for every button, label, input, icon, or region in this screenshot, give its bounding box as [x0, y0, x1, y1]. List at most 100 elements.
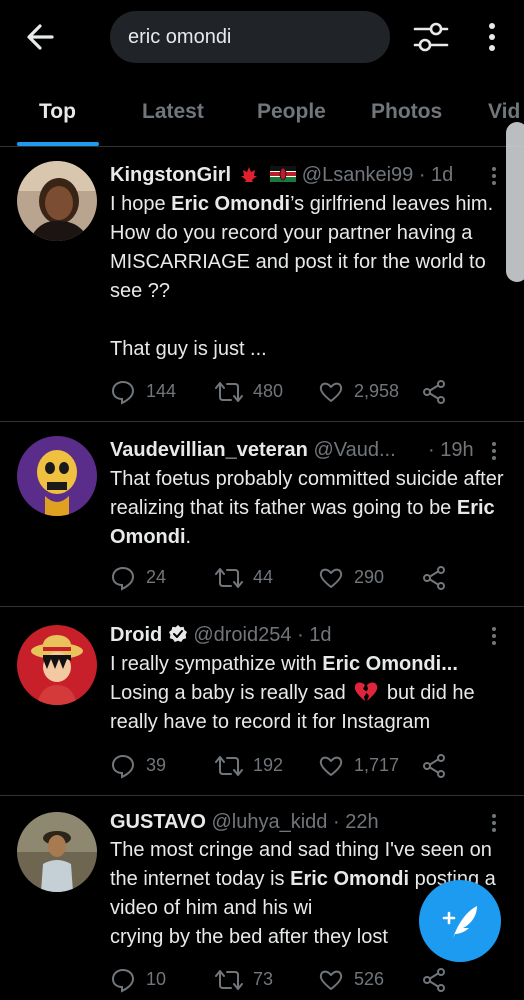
tweet-text: I really sympathize with Eric Omondi... …	[110, 650, 510, 737]
share-button[interactable]	[422, 750, 456, 780]
tweet-actions: 10 73 526	[110, 964, 470, 994]
reply-button[interactable]: 10	[110, 964, 166, 994]
tweet-header: Droid @droid254 · 1d	[110, 621, 490, 649]
retweet-button[interactable]: 73	[215, 964, 273, 994]
avatar[interactable]	[17, 161, 97, 241]
share-icon	[423, 380, 445, 405]
tweet-text-segment: Losing a baby is really sad	[110, 682, 346, 704]
share-button[interactable]	[422, 562, 456, 592]
more-options-button[interactable]	[480, 20, 504, 54]
retweet-count: 192	[253, 755, 284, 775]
author-name[interactable]: GUSTAVO	[110, 811, 206, 833]
compose-tweet-button[interactable]	[419, 880, 501, 962]
like-count: 2,958	[354, 381, 400, 401]
tweet-header: KingstonGirl @Lsankei99 · 1d	[110, 161, 490, 189]
tweet-text-continued: That guy is just ...	[110, 338, 267, 360]
retweet-count: 44	[253, 567, 274, 587]
like-button[interactable]: 290	[318, 562, 384, 592]
canada-flag-icon	[240, 167, 257, 182]
feather-plus-icon	[442, 906, 477, 938]
tab-latest[interactable]: Latest	[142, 86, 204, 146]
tweet-text-segment: crying by the bed after they lost	[110, 926, 388, 948]
avatar[interactable]	[17, 625, 97, 705]
avatar[interactable]	[17, 812, 97, 892]
retweet-count: 73	[253, 969, 274, 989]
tweet-actions: 144 480 2,958	[110, 376, 470, 406]
retweet-button[interactable]: 44	[215, 562, 273, 592]
tweet-header: GUSTAVO @luhya_kidd · 22h	[110, 808, 490, 836]
tweet-more-button[interactable]	[488, 165, 500, 189]
author-handle[interactable]: @Vaud...	[313, 439, 395, 461]
reply-icon	[111, 381, 135, 405]
search-match: Eric Omondi	[290, 868, 410, 890]
tweet-actions: 39 192 1,717	[110, 750, 470, 780]
reply-button[interactable]: 144	[110, 376, 176, 406]
retweet-icon	[215, 382, 243, 403]
author-handle[interactable]: @luhya_kidd	[212, 811, 328, 833]
reply-icon	[111, 567, 135, 591]
search-match: Eric Omondi...	[322, 653, 458, 675]
tweet-actions: 24 44 290	[110, 562, 470, 592]
author-name[interactable]: Droid	[110, 624, 162, 646]
like-button[interactable]: 2,958	[318, 376, 399, 406]
verified-badge-icon	[168, 625, 187, 642]
back-button[interactable]	[22, 20, 62, 54]
share-button[interactable]	[422, 964, 456, 994]
search-match: Eric Omondi	[171, 193, 291, 215]
tweet-time: · 22h	[333, 811, 379, 833]
share-icon	[423, 968, 445, 993]
retweet-icon	[215, 970, 243, 991]
heart-icon	[319, 970, 343, 991]
tweet-time: · 1d	[418, 164, 454, 186]
active-tab-indicator	[17, 142, 99, 146]
tweet-more-button[interactable]	[488, 440, 500, 464]
tweet[interactable]: Droid @droid254 · 1d I really sympathize…	[0, 607, 524, 796]
reply-count: 39	[146, 755, 167, 775]
author-name[interactable]: Vaudevillian_veteran	[110, 439, 308, 461]
tweet-text: I hope Eric Omondi’s girlfriend leaves h…	[110, 190, 510, 364]
tweet-text-segment: I really sympathize with	[110, 653, 323, 675]
tab-people[interactable]: People	[257, 86, 326, 146]
search-input[interactable]: eric omondi	[110, 11, 390, 63]
sliders-icon	[413, 22, 449, 52]
share-button[interactable]	[422, 376, 456, 406]
tweet-time-wrap: · 19h	[428, 436, 488, 464]
tweet-time: · 1d	[297, 624, 332, 646]
top-bar: eric omondi	[0, 0, 524, 74]
like-button[interactable]: 526	[318, 964, 384, 994]
like-button[interactable]: 1,717	[318, 750, 399, 780]
retweet-button[interactable]: 192	[215, 750, 283, 780]
heart-icon	[319, 382, 343, 403]
tweet[interactable]: Vaudevillian_veteran @Vaud... · 19h That…	[0, 422, 524, 607]
avatar[interactable]	[17, 436, 97, 516]
reply-count: 10	[146, 969, 167, 989]
reply-icon	[111, 969, 135, 993]
author-handle[interactable]: @Lsankei99	[302, 164, 413, 186]
retweet-button[interactable]: 480	[215, 376, 283, 406]
like-count: 290	[354, 567, 385, 587]
retweet-count: 480	[253, 381, 284, 401]
reply-button[interactable]: 24	[110, 562, 166, 592]
share-icon	[423, 754, 445, 779]
tweet[interactable]: KingstonGirl @Lsankei99 · 1d I hope Eric…	[0, 147, 524, 422]
share-icon	[423, 566, 445, 591]
more-vertical-icon	[489, 23, 495, 51]
author-handle[interactable]: @droid254	[193, 624, 291, 646]
search-filter-button[interactable]	[412, 20, 450, 54]
search-tabs: Top Latest People Photos Vid	[0, 86, 524, 147]
tab-photos[interactable]: Photos	[371, 86, 442, 146]
reply-button[interactable]: 39	[110, 750, 166, 780]
heart-icon	[319, 568, 343, 589]
broken-heart-icon	[355, 682, 378, 701]
heart-icon	[319, 756, 343, 777]
arrow-left-icon	[27, 24, 54, 50]
tweet-more-button[interactable]	[488, 625, 500, 649]
tweet-text: That foetus probably committed suicide a…	[110, 465, 510, 552]
tweet-text-segment: That foetus probably committed suicide a…	[110, 468, 504, 519]
retweet-icon	[215, 568, 243, 589]
tweet-more-button[interactable]	[488, 812, 500, 836]
reply-icon	[111, 755, 135, 779]
author-name[interactable]: KingstonGirl	[110, 164, 231, 186]
tab-top[interactable]: Top	[39, 86, 76, 146]
tweet-text-segment: I hope	[110, 193, 172, 215]
